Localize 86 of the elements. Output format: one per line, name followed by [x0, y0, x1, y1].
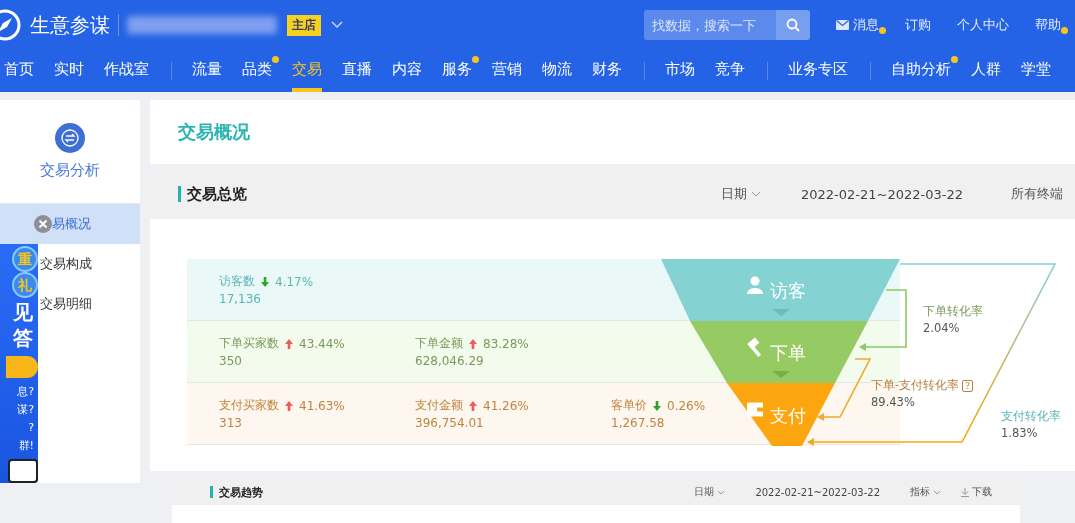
- help-icon[interactable]: ?: [961, 379, 973, 392]
- sidebar-item[interactable]: 交易构成: [40, 244, 140, 284]
- nav-tab[interactable]: 物流: [542, 50, 572, 92]
- ad-badge: 重: [12, 246, 38, 272]
- nav-tab[interactable]: 人群: [971, 50, 1001, 92]
- conversion-value: 1.83%: [1001, 426, 1039, 440]
- date-dropdown[interactable]: 日期: [694, 485, 726, 499]
- conversion-value: 89.43%: [871, 395, 916, 409]
- ad-headline: 见: [13, 300, 34, 324]
- metric-label: 下单买家数: [219, 335, 279, 352]
- section-title: 交易趋势: [219, 484, 263, 500]
- ad-headline: 答: [13, 326, 34, 350]
- header-link[interactable]: 个人中心: [957, 16, 1009, 34]
- chevron-down-icon: [751, 191, 761, 197]
- terminal-dropdown[interactable]: 所有终端: [1011, 185, 1063, 203]
- header-link[interactable]: 订购: [905, 16, 931, 34]
- metric-value: 17,136: [219, 292, 262, 306]
- nav-tab[interactable]: 竞争: [715, 50, 745, 92]
- conversion-value: 2.04%: [923, 321, 961, 335]
- download-button[interactable]: 下载: [961, 485, 992, 499]
- metric-change: 4.17%: [275, 274, 314, 289]
- stage-label: 下单: [770, 342, 806, 363]
- section-title: 交易总览: [187, 184, 247, 204]
- metric-value: 396,754.01: [415, 416, 485, 430]
- sidebar-item[interactable]: 交易明细: [40, 284, 140, 324]
- date-range: 2022-02-21~2022-03-22: [801, 186, 963, 202]
- app-title: 生意参谋: [30, 11, 110, 39]
- ad-text: 群!: [18, 438, 35, 454]
- search-button[interactable]: [776, 10, 810, 40]
- metric-dropdown[interactable]: 指标: [910, 485, 941, 499]
- nav-tab[interactable]: 业务专区: [788, 50, 848, 92]
- conversion-label: 支付转化率: [1001, 409, 1061, 424]
- conversion-label: 下单-支付转化率: [871, 378, 959, 393]
- metric-label: 支付金额: [415, 397, 463, 414]
- close-icon: [34, 215, 52, 233]
- stage-label: 访客: [770, 280, 806, 301]
- ad-pill-button[interactable]: [6, 356, 38, 378]
- metric-label: 访客数: [219, 273, 255, 290]
- metric-change: 0.26%: [667, 398, 706, 413]
- nav-tab[interactable]: 品类: [242, 50, 272, 92]
- metric-label: 支付买家数: [219, 397, 279, 414]
- header-link[interactable]: 帮助: [1035, 16, 1061, 34]
- metric-value: 350: [219, 354, 243, 368]
- nav-tab[interactable]: 内容: [392, 50, 422, 92]
- date-range: 2022-02-21~2022-03-22: [755, 486, 880, 498]
- person-icon: [747, 276, 763, 294]
- nav-tab[interactable]: 市场: [665, 50, 695, 92]
- nav-tab[interactable]: 直播: [342, 50, 372, 92]
- ad-badge: 礼: [12, 272, 38, 298]
- chevron-down-icon: [331, 21, 343, 29]
- ad-text: ?: [28, 420, 35, 436]
- metric-label: 客单价: [611, 397, 647, 414]
- nav-tab[interactable]: 服务: [442, 50, 472, 92]
- nav-tab[interactable]: 财务: [592, 50, 622, 92]
- nav-tab[interactable]: 作战室: [104, 50, 149, 92]
- exchange-icon: [55, 123, 85, 153]
- header-link[interactable]: 消息: [836, 16, 879, 34]
- chevron-down-icon: [717, 489, 726, 495]
- ad-banner[interactable]: 重 礼 见 答 息? 谋? ? 群!: [0, 244, 38, 483]
- sidebar-title: 交易分析: [40, 161, 100, 180]
- metric-change: 41.26%: [483, 398, 529, 413]
- metric-label: 下单金额: [415, 335, 463, 352]
- conversion-label: 下单转化率: [923, 304, 983, 319]
- metric-change: 41.63%: [299, 398, 345, 413]
- sidebar-item[interactable]: 易概况: [0, 204, 140, 244]
- nav-tab[interactable]: 流量: [192, 50, 222, 92]
- ad-text: 谋?: [17, 402, 35, 418]
- page-title: 交易概况: [178, 120, 250, 144]
- nav-tab[interactable]: 自助分析: [891, 50, 951, 92]
- ad-text: 息?: [17, 384, 35, 400]
- search-icon: [786, 18, 800, 32]
- mail-icon: [836, 20, 849, 30]
- metric-change: 43.44%: [299, 336, 345, 351]
- nav-tab[interactable]: 学堂: [1021, 50, 1051, 92]
- shop-badge: 主店: [287, 14, 321, 36]
- metric-value: 313: [219, 416, 243, 430]
- download-icon: [961, 487, 969, 497]
- nav-tab[interactable]: 交易: [292, 50, 322, 92]
- nav-tab[interactable]: 实时: [54, 50, 84, 92]
- nav-tab[interactable]: 营销: [492, 50, 522, 92]
- nav-tab[interactable]: 首页: [4, 50, 34, 92]
- metric-change: 83.28%: [483, 336, 529, 351]
- metric-value: 628,046.29: [415, 354, 485, 368]
- chevron-down-icon: [933, 489, 941, 495]
- date-dropdown[interactable]: 日期: [721, 185, 761, 203]
- stage-label: 支付: [770, 404, 806, 426]
